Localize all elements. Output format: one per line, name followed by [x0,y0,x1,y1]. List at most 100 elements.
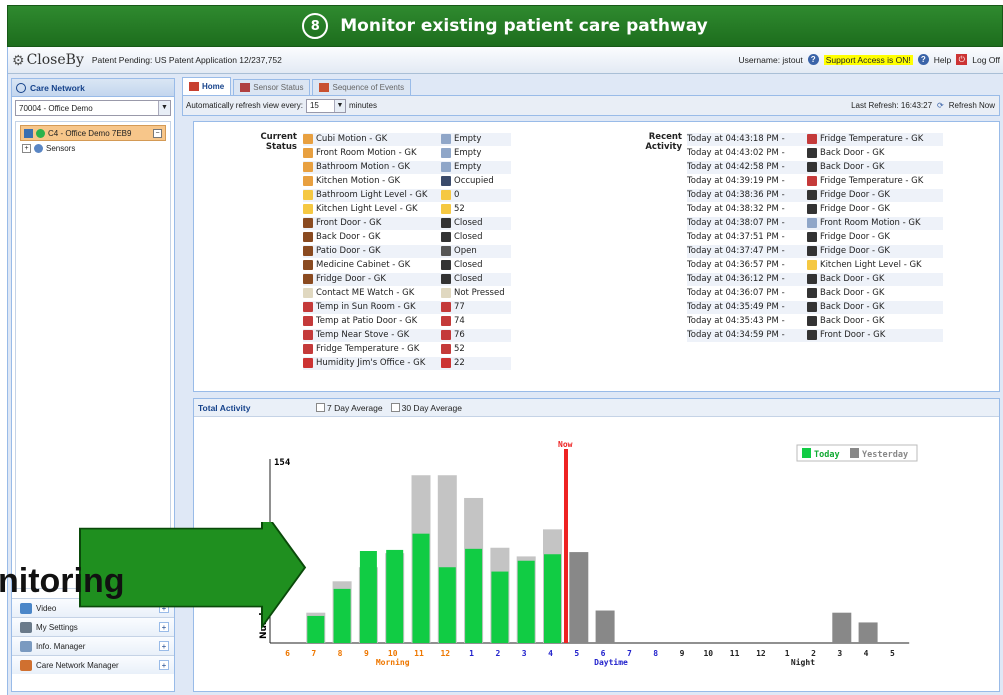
door-closed-icon [807,274,817,284]
status-panel: Current Status Cubi Motion - GK Empty Fron… [193,121,1000,392]
sensor-name: Temp Near Stove - GK [316,330,410,340]
door-closed-icon [441,260,451,270]
thermometer-icon [303,316,313,326]
now-label: Now [558,440,573,449]
door-icon [303,218,313,228]
site-select[interactable]: 70004 - Office Demo ▼ [15,100,171,116]
motion-icon [303,162,313,172]
light-icon [807,260,817,270]
thirty-day-checkbox[interactable] [390,403,400,412]
thermometer-icon [441,344,451,354]
today-bar [491,571,509,643]
sensor-value: Open [454,246,477,256]
sensor-occupied-icon [441,176,451,186]
status-row: Humidity Jim's Office - GK 22 [303,356,511,370]
sensor-name: Front Door - GK [316,218,382,228]
tree-node-label: C4 - Office Demo 7EB9 [48,128,132,138]
current-status-heading: Current Status [251,132,297,152]
door-icon [303,246,313,256]
x-tick-label: 11 [730,649,740,658]
door-closed-icon [807,302,817,312]
help-icon[interactable]: ? [917,54,929,65]
activity-sensor: Fridge Temperature - GK [820,176,924,186]
activity-row: Today at 04:39:19 PM - Fridge Temperature… [687,174,943,188]
tab-sequence-of-events[interactable]: Sequence of Events [312,79,412,95]
sensor-name: Medicine Cabinet - GK [316,260,411,270]
sensors-icon [34,144,43,153]
activity-row: Today at 04:43:18 PM - Fridge Temperature… [687,132,943,146]
activity-row: Today at 04:35:49 PM - Back Door - GK [687,300,943,314]
yesterday-bar [858,622,878,643]
door-closed-icon [441,274,451,284]
logoff-icon[interactable]: ⏻ [956,54,968,65]
thermometer-icon [807,176,817,186]
refresh-interval-select[interactable]: 15 ▼ [305,98,346,113]
door-closed-icon [807,204,817,214]
status-row: Temp at Patio Door - GK 74 [303,314,511,328]
refresh-icon[interactable]: ⟳ [937,101,944,110]
light-icon [303,190,313,200]
legend-yesterday-swatch [850,448,859,458]
humidity-icon [303,358,313,368]
activity-row: Today at 04:38:32 PM - Fridge Door - GK [687,202,943,216]
door-open-icon [441,246,451,256]
x-tick-label: 4 [548,649,553,658]
status-row: Kitchen Motion - GK Occupied [303,174,511,188]
status-row: Bathroom Light Level - GK 0 [303,188,511,202]
door-closed-icon [807,330,817,340]
chevron-down-icon[interactable]: ▼ [333,99,345,112]
tab-home[interactable]: Home [182,77,232,95]
today-bar [386,549,404,643]
gear-logo-icon: ⚙ [12,51,25,68]
menu-item-care-network-manager[interactable]: Care Network Manager + [12,655,174,674]
seven-day-label: 7 Day Average [327,402,383,413]
activity-sensor: Back Door - GK [820,302,885,312]
activity-time: Today at 04:35:49 PM - [687,302,785,312]
x-tick-label: 10 [388,649,398,658]
x-tick-label: 8 [338,649,343,658]
sensor-value: 76 [454,330,465,340]
total-activity-header: Total Activity 7 Day Average 30 Day Aver… [194,399,999,417]
today-bar [438,567,456,643]
collapse-icon[interactable]: − [153,128,162,138]
tree-node-sensors[interactable]: + Sensors [22,144,170,153]
activity-row: Today at 04:36:57 PM - Kitchen Light Leve… [687,258,943,272]
expand-icon[interactable]: + [159,660,169,670]
legend-today-label: Today [814,450,840,460]
tree-node-sensors-label: Sensors [46,144,76,153]
status-row: Patio Door - GK Open [303,244,511,258]
x-tick-label: 9 [680,649,685,658]
yesterday-bar [569,552,589,643]
chevron-down-icon[interactable]: ▼ [158,101,170,115]
menu-item-info-manager[interactable]: Info. Manager + [12,636,174,655]
seven-day-checkbox[interactable] [316,403,325,412]
site-select-value: 70004 - Office Demo [19,103,93,113]
brand-name: CloseBy [26,52,84,68]
care-network-header: Care Network [12,79,174,97]
expand-icon[interactable]: + [22,144,31,153]
refresh-now-button[interactable]: Refresh Now [949,101,995,110]
activity-sensor: Back Door - GK [820,274,885,284]
motion-icon [303,176,313,186]
expand-icon[interactable]: + [159,641,169,651]
activity-sensor: Fridge Door - GK [820,190,890,200]
support-access-badge: Support Access is ON! [823,54,913,65]
username-label: Username: jstout [738,54,803,65]
banner-title: Monitor existing patient care pathway [340,16,708,36]
door-closed-icon [807,232,817,242]
thermometer-icon [441,330,451,340]
period-label: Daytime [594,657,628,667]
logoff-link[interactable]: Log Off [972,55,1000,65]
tree-node-site[interactable]: C4 - Office Demo 7EB9 − [20,125,166,141]
x-tick-label: 7 [627,649,632,658]
activity-sensor: Back Door - GK [820,288,885,298]
help-link[interactable]: Help [934,55,951,65]
door-closed-icon [441,232,451,242]
activity-sensor: Back Door - GK [820,162,885,172]
activity-time: Today at 04:43:18 PM - [687,134,785,144]
thermometer-icon [441,316,451,326]
sensor-value: 74 [454,316,465,326]
support-help-icon[interactable]: ? [807,54,819,65]
tab-sensor-status[interactable]: Sensor Status [233,79,311,95]
overlay-caption: nitoring [0,562,125,600]
